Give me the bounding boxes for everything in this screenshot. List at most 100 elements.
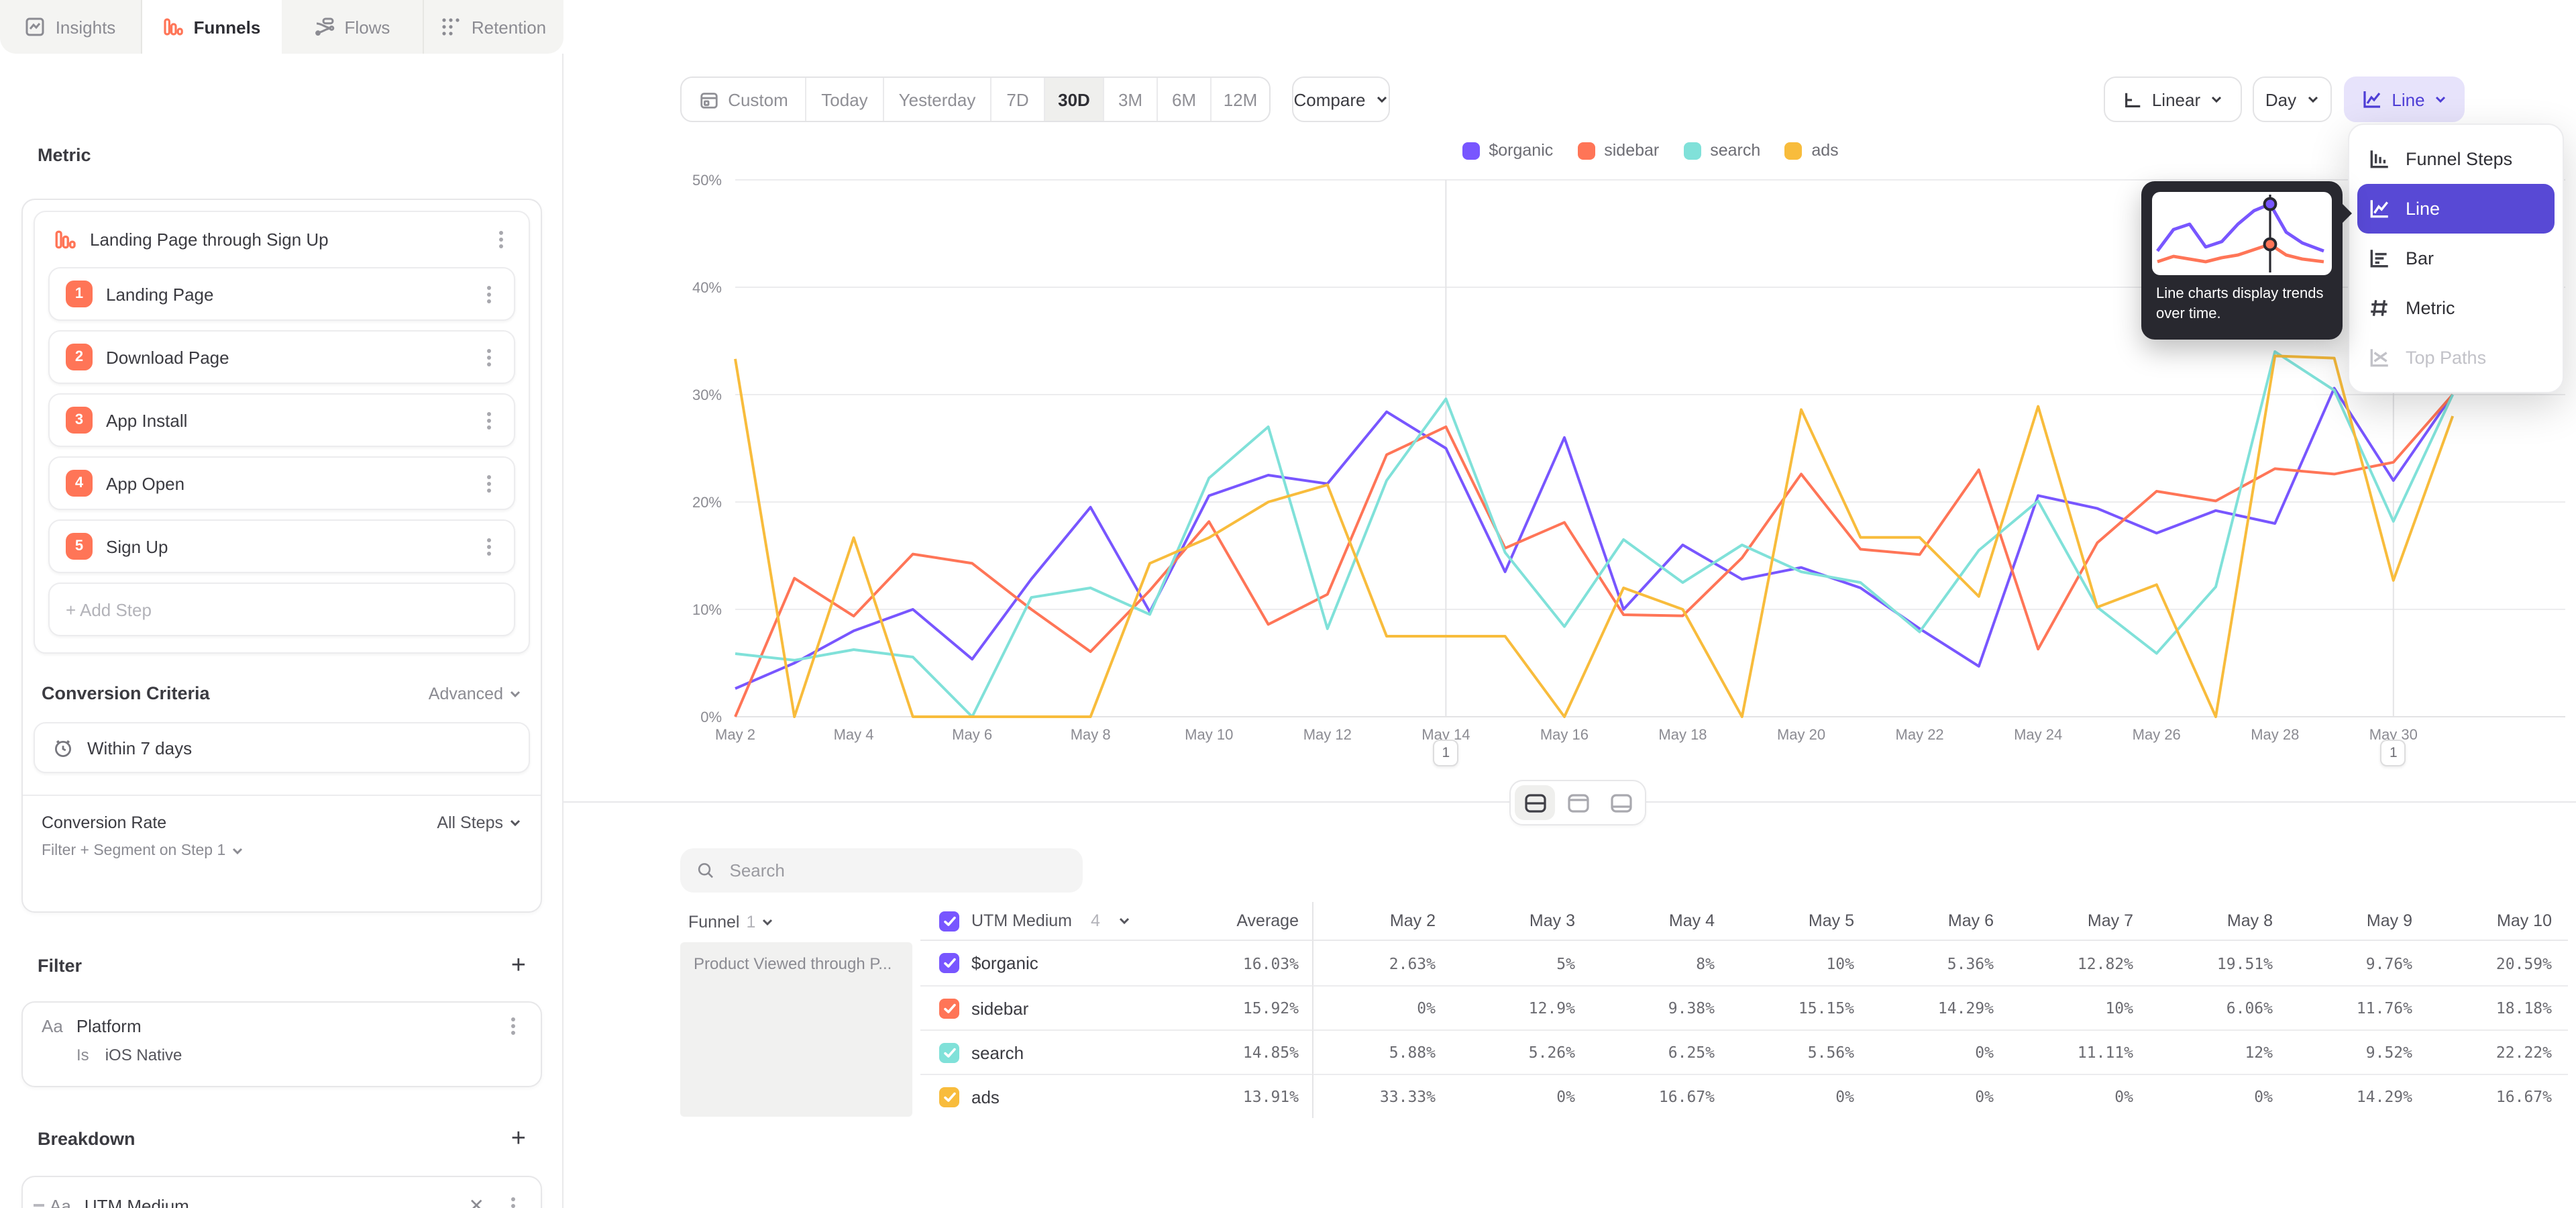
filter-kebab-menu[interactable] <box>503 1017 522 1036</box>
funnel-kebab-menu[interactable] <box>491 230 510 249</box>
chart-type-select-button[interactable]: Line <box>2344 77 2465 122</box>
table-only-view-toggle[interactable] <box>1601 785 1641 820</box>
day-column-header[interactable]: May 6 <box>1870 902 2010 941</box>
annotation-marker[interactable]: 1 <box>2381 740 2406 766</box>
range-label: 3M <box>1118 89 1142 109</box>
row-checkbox[interactable] <box>939 1042 959 1062</box>
average-column-header[interactable]: Average <box>1175 902 1312 941</box>
select-all-checkbox[interactable] <box>939 911 959 931</box>
table-row-name-search[interactable]: search <box>920 1029 1175 1074</box>
add-breakdown-button[interactable]: + <box>511 1129 526 1148</box>
step-kebab-menu[interactable] <box>479 474 498 493</box>
granularity-select-button[interactable]: Day <box>2253 77 2332 122</box>
step-kebab-menu[interactable] <box>479 285 498 303</box>
day-column-header[interactable]: May 3 <box>1452 902 1591 941</box>
range-30d[interactable]: 30D <box>1045 78 1104 121</box>
tab-insights[interactable]: Insights <box>0 0 142 54</box>
chart-only-view-toggle[interactable] <box>1558 785 1598 820</box>
legend-item-ads[interactable]: ads <box>1784 141 1838 160</box>
funnel-card-header[interactable]: Landing Page through Sign Up <box>35 212 529 259</box>
table-row-name-ads[interactable]: ads <box>920 1074 1175 1118</box>
step-kebab-menu[interactable] <box>479 537 498 556</box>
menu-item-line[interactable]: Line <box>2357 184 2555 234</box>
drag-handle-icon[interactable] <box>34 1205 47 1207</box>
range-7d[interactable]: 7D <box>991 78 1045 121</box>
tab-funnels[interactable]: Funnels <box>142 0 282 54</box>
app-window: InsightsFunnelsFlowsRetention Metric Lan… <box>0 0 2576 1208</box>
search-input[interactable] <box>727 859 1067 882</box>
funnel-step-2[interactable]: 2Download Page <box>48 330 515 384</box>
day-column-header[interactable]: May 8 <box>2149 902 2289 941</box>
flows-icon <box>314 16 335 38</box>
step-label: Landing Page <box>106 284 466 304</box>
cell-value: 14.29% <box>1870 985 2010 1029</box>
funnel-step-3[interactable]: 3App Install <box>48 393 515 447</box>
cell-value: 2.63% <box>1312 941 1452 985</box>
split-view-toggle[interactable] <box>1515 785 1555 820</box>
range-3m[interactable]: 3M <box>1104 78 1158 121</box>
scale-select-button[interactable]: Linear <box>2104 77 2242 122</box>
table-row-name-organic[interactable]: $organic <box>920 941 1175 985</box>
range-custom[interactable]: Custom <box>682 78 806 121</box>
funnel-step-4[interactable]: 4App Open <box>48 456 515 510</box>
day-column-header[interactable]: May 10 <box>2428 902 2568 941</box>
range-yesterday[interactable]: Yesterday <box>884 78 991 121</box>
table-row-name-sidebar[interactable]: sidebar <box>920 985 1175 1029</box>
legend-label: sidebar <box>1604 141 1659 160</box>
conversion-window-button[interactable]: Within 7 days <box>34 722 530 773</box>
cell-value: 5.36% <box>1870 941 2010 985</box>
annotation-marker[interactable]: 1 <box>1433 740 1458 766</box>
menu-item-metric[interactable]: Metric <box>2357 283 2555 333</box>
cell-value: 0% <box>1312 985 1452 1029</box>
funnel-column-header[interactable]: Funnel1 <box>680 902 920 941</box>
advanced-toggle[interactable]: Advanced <box>429 684 503 703</box>
filter-card[interactable]: Aa Platform Is iOS Native <box>21 1001 542 1087</box>
funnel-step-5[interactable]: 5Sign Up <box>48 519 515 573</box>
breakdown-kebab-menu[interactable] <box>503 1196 522 1208</box>
breakdown-card[interactable]: Aa UTM Medium ✕ <box>21 1176 542 1208</box>
series-line-search[interactable] <box>735 352 2453 717</box>
remove-breakdown-icon[interactable]: ✕ <box>469 1194 484 1208</box>
add-filter-button[interactable]: + <box>511 956 526 975</box>
funnel-steps-icon <box>2368 148 2391 170</box>
step-kebab-menu[interactable] <box>479 348 498 366</box>
day-column-header[interactable]: May 2 <box>1312 902 1452 941</box>
legend-item-search[interactable]: search <box>1683 141 1760 160</box>
legend-item-sidebar[interactable]: sidebar <box>1577 141 1659 160</box>
range-12m[interactable]: 12M <box>1212 78 1269 121</box>
tab-retention[interactable]: Retention <box>423 0 564 54</box>
tab-flows[interactable]: Flows <box>282 0 423 54</box>
row-checkbox[interactable] <box>939 998 959 1018</box>
row-checkbox[interactable] <box>939 953 959 973</box>
add-step-button[interactable]: + Add Step <box>48 583 515 636</box>
filter-segment-toggle[interactable]: Filter + Segment on Step 1 <box>42 843 522 859</box>
conversion-window-label: Within 7 days <box>87 738 192 758</box>
filter-condition-row[interactable]: Is iOS Native <box>76 1046 522 1064</box>
range-label: Custom <box>728 89 788 109</box>
day-column-header[interactable]: May 7 <box>2010 902 2149 941</box>
breakdown-column-header[interactable]: UTM Medium4 <box>920 902 1175 941</box>
series-line-ads[interactable] <box>735 356 2453 717</box>
funnel-cell[interactable]: Product Viewed through P... <box>680 942 912 1117</box>
breakdown-count: 4 <box>1091 911 1100 930</box>
series-line-organic[interactable] <box>735 388 2453 689</box>
funnel-step-1[interactable]: 1Landing Page <box>48 267 515 321</box>
compare-button[interactable]: Compare <box>1292 77 1390 122</box>
step-number-badge: 5 <box>66 533 93 560</box>
conversion-rate-scope-select[interactable]: All Steps <box>437 813 503 832</box>
filter-heading: Filter <box>38 956 511 976</box>
menu-item-label: Line <box>2406 199 2440 219</box>
day-column-header[interactable]: May 9 <box>2289 902 2428 941</box>
range-6m[interactable]: 6M <box>1158 78 1212 121</box>
day-column-header[interactable]: May 4 <box>1591 902 1731 941</box>
x-axis-label: May 8 <box>1071 726 1111 743</box>
conversion-criteria-heading: Conversion Criteria <box>42 683 429 703</box>
legend-item-organic[interactable]: $organic <box>1462 141 1553 160</box>
row-checkbox[interactable] <box>939 1087 959 1107</box>
menu-item-funnel-steps[interactable]: Funnel Steps <box>2357 134 2555 184</box>
cell-value: 5.56% <box>1731 1029 1870 1074</box>
day-column-header[interactable]: May 5 <box>1731 902 1870 941</box>
range-today[interactable]: Today <box>806 78 884 121</box>
step-kebab-menu[interactable] <box>479 411 498 430</box>
menu-item-bar[interactable]: Bar <box>2357 234 2555 283</box>
